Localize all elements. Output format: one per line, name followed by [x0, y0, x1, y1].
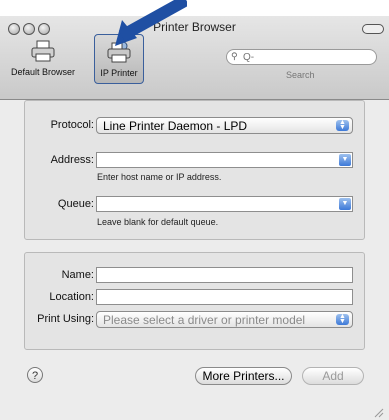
print-using-label: Print Using: — [37, 313, 94, 325]
queue-input[interactable] — [97, 197, 352, 211]
printer-icon — [31, 40, 55, 62]
location-label: Location: — [49, 291, 94, 303]
address-hint: Enter host name or IP address. — [97, 172, 222, 182]
default-browser-label: Default Browser — [10, 67, 76, 77]
address-input[interactable] — [97, 153, 352, 167]
name-field[interactable] — [96, 267, 353, 283]
location-input[interactable] — [97, 290, 352, 304]
ip-printer-label: IP Printer — [100, 68, 138, 78]
queue-label: Queue: — [57, 198, 94, 210]
toolbar: Printer Browser Default Browser IP Print… — [0, 16, 389, 100]
search-field[interactable]: ⚲ — [226, 49, 377, 65]
queue-field[interactable]: ▼ — [96, 196, 353, 212]
window-title: Printer Browser — [153, 20, 236, 34]
protocol-popup[interactable]: Line Printer Daemon - LPD ▲ ▼ — [96, 117, 353, 134]
connection-panel: Protocol: Line Printer Daemon - LPD ▲ ▼ A… — [24, 100, 365, 240]
toolbar-toggle-button[interactable] — [362, 24, 384, 34]
address-label: Address: — [50, 154, 94, 166]
arrow-icon — [115, 0, 187, 46]
printer-browser-window: Printer Browser Default Browser IP Print… — [0, 16, 389, 420]
popup-stepper-icon: ▲ ▼ — [336, 313, 349, 325]
name-label: Name: — [61, 269, 94, 281]
resize-grip-icon[interactable] — [372, 406, 384, 418]
name-input[interactable] — [97, 268, 352, 282]
protocol-value: Line Printer Daemon - LPD — [103, 119, 248, 133]
help-button[interactable]: ? — [27, 367, 43, 383]
print-using-value: Please select a driver or printer model — [103, 313, 306, 327]
add-button[interactable]: Add — [302, 367, 364, 385]
search-input[interactable] — [243, 50, 368, 64]
search-icon: ⚲ — [231, 51, 238, 61]
protocol-label: Protocol: — [50, 119, 94, 131]
address-field[interactable]: ▼ — [96, 152, 353, 168]
search-label: Search — [286, 70, 315, 80]
queue-dropdown-icon[interactable]: ▼ — [339, 198, 351, 210]
details-panel: Name: Location: Print Using: Please sele… — [24, 252, 365, 350]
popup-stepper-icon: ▲ ▼ — [336, 119, 349, 131]
print-using-popup[interactable]: Please select a driver or printer model … — [96, 311, 353, 328]
address-dropdown-icon[interactable]: ▼ — [339, 154, 351, 166]
default-browser-tool[interactable]: Default Browser — [3, 34, 83, 82]
location-field[interactable] — [96, 289, 353, 305]
queue-hint: Leave blank for default queue. — [97, 217, 219, 227]
more-printers-button[interactable]: More Printers... — [195, 367, 292, 385]
